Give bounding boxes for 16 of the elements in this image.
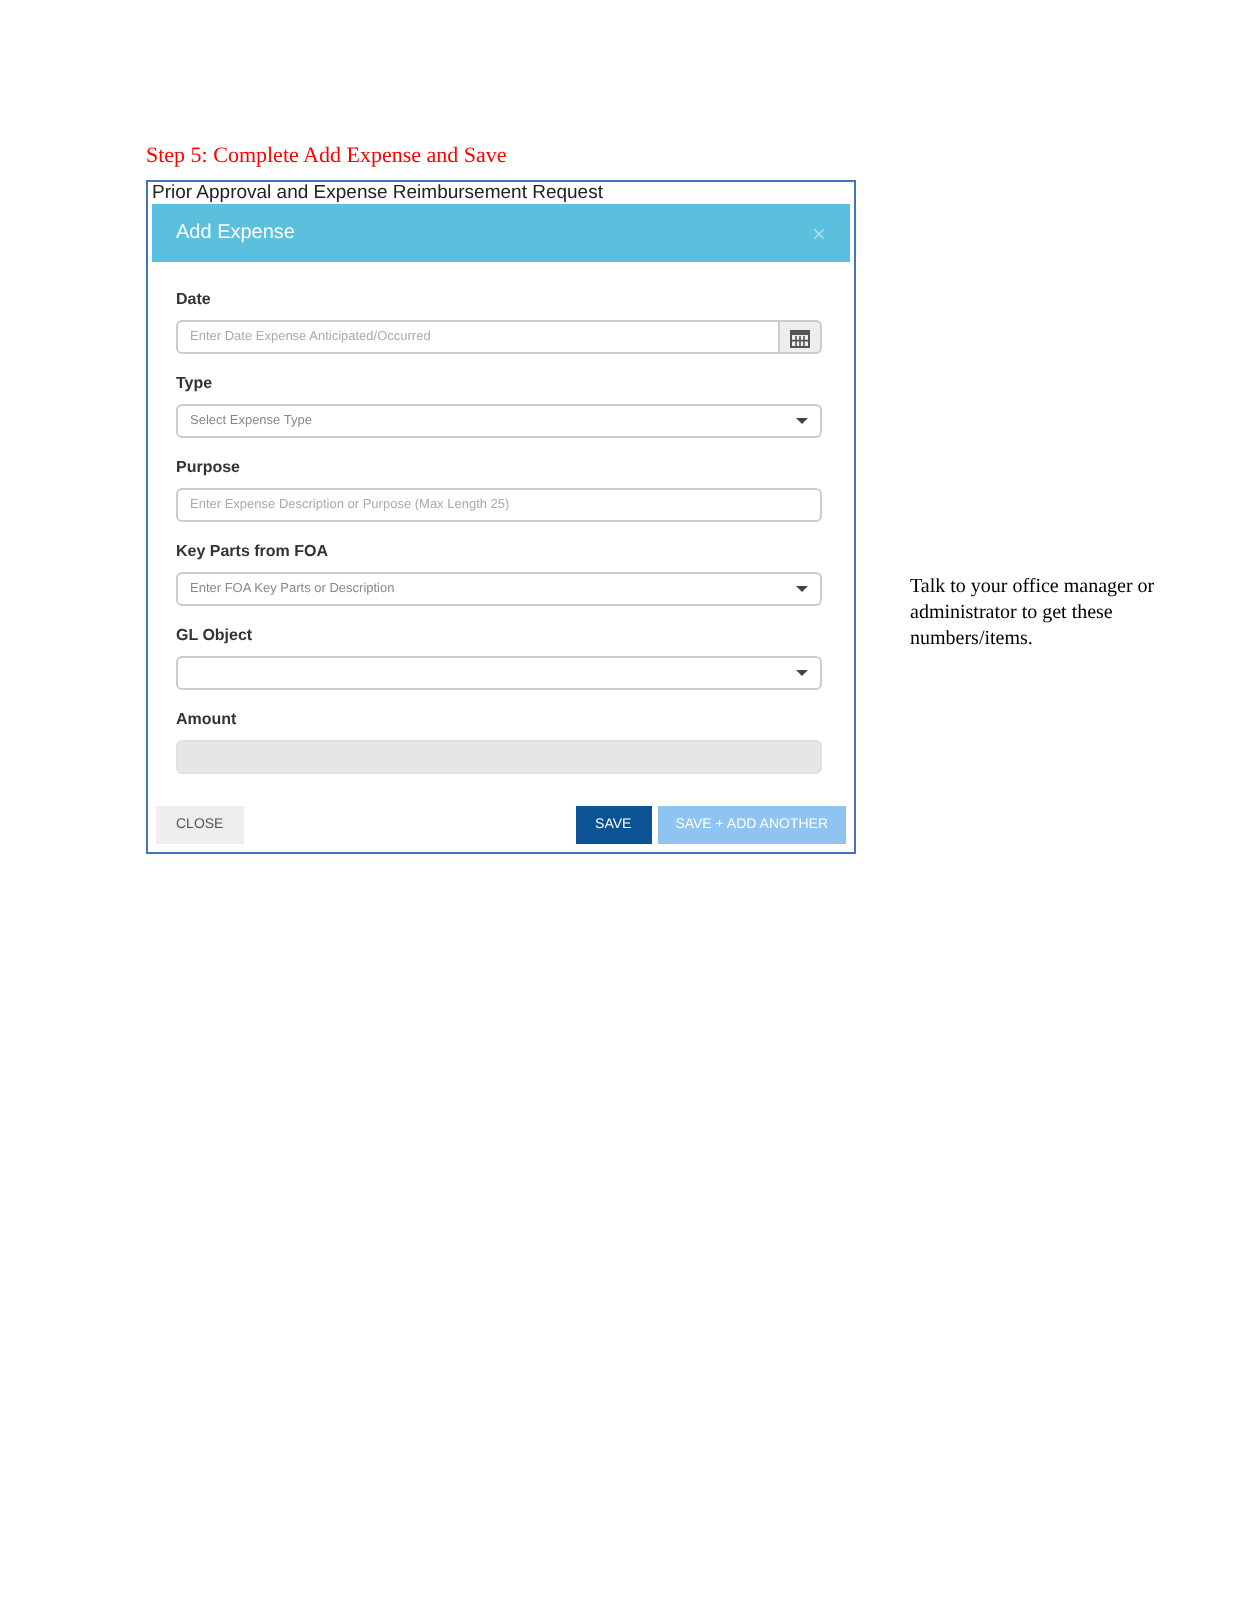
select-field[interactable] (176, 656, 822, 690)
field-label: Date (176, 290, 213, 308)
field-label: Amount (176, 710, 239, 728)
step-heading: Step 5: Complete Add Expense and Save (146, 144, 509, 168)
field-label: Type (176, 374, 215, 392)
dialog-title: Add Expense (176, 222, 295, 244)
field-label: GL Object (176, 626, 255, 644)
caret-icon (796, 418, 808, 424)
side-note: Talk to your office manager or administrator to get these numbers/items. (910, 574, 1157, 654)
caret-icon (796, 670, 808, 676)
field-label: Purpose (176, 458, 243, 476)
calendar-icon (790, 327, 811, 347)
caret-icon (796, 586, 808, 592)
page-title: Prior Approval and Expense Reimbursement Request (152, 182, 605, 204)
field-label: Key Parts from FOA (176, 542, 331, 560)
calendar-button[interactable] (780, 320, 822, 354)
